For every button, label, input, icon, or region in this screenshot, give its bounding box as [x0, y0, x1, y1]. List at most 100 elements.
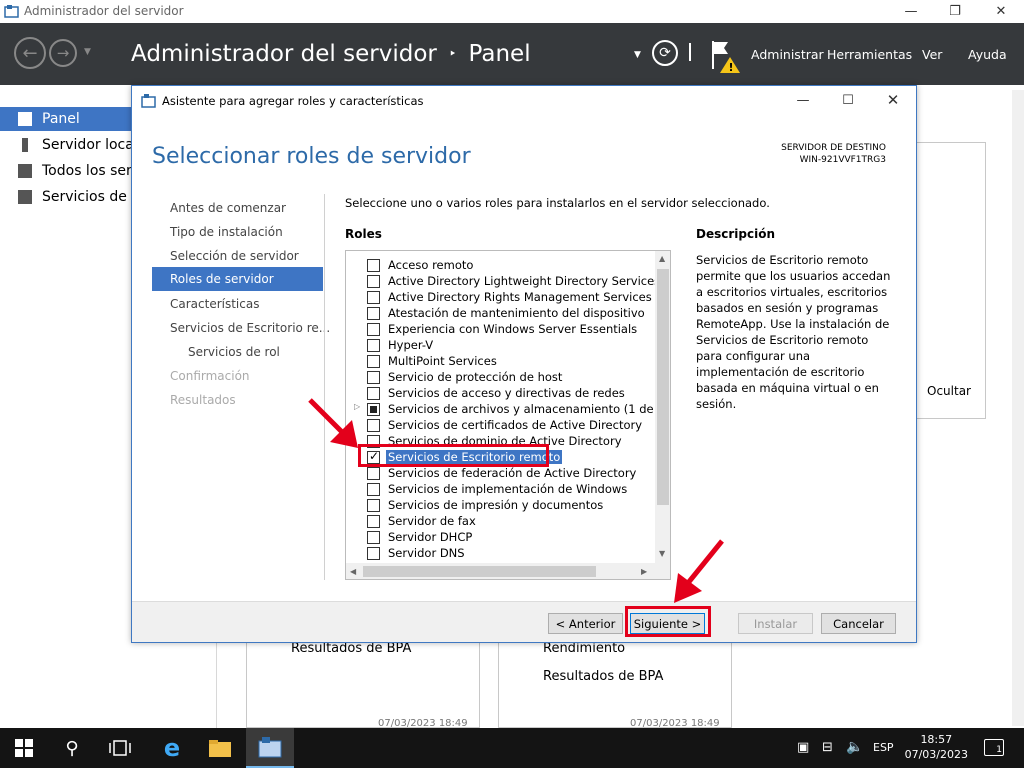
- task-view-icon[interactable]: [96, 728, 144, 768]
- maximize-button[interactable]: ❐: [932, 0, 978, 23]
- role-item[interactable]: Servidor DNS: [346, 545, 656, 561]
- role-item[interactable]: Servicios de federación de Active Direct…: [346, 465, 656, 481]
- role-checkbox[interactable]: [367, 323, 380, 336]
- role-item[interactable]: Active Directory Lightweight Directory S…: [346, 273, 656, 289]
- roles-vertical-thumb[interactable]: [657, 269, 669, 505]
- role-checkbox[interactable]: [367, 515, 380, 528]
- history-dropdown-icon[interactable]: ▼: [84, 47, 91, 57]
- role-item[interactable]: MultiPoint Services: [346, 353, 656, 369]
- nav-item-label: Servidor local: [42, 137, 138, 153]
- role-item[interactable]: Servicios de acceso y directivas de rede…: [346, 385, 656, 401]
- role-item[interactable]: Acceso remoto: [346, 257, 656, 273]
- refresh-icon[interactable]: ⟳: [652, 40, 678, 66]
- hide-link[interactable]: Ocultar: [927, 384, 971, 398]
- step-role-services[interactable]: Servicios de rol: [188, 340, 280, 364]
- role-item[interactable]: Atestación de mantenimiento del disposit…: [346, 305, 656, 321]
- previous-button[interactable]: < Anterior: [548, 613, 623, 634]
- role-checkbox[interactable]: [367, 339, 380, 352]
- role-checkbox[interactable]: [367, 259, 380, 272]
- role-item[interactable]: ▷ Servicios de archivos y almacenamiento …: [346, 401, 656, 417]
- menu-ver[interactable]: Ver: [922, 47, 942, 62]
- tile-bpa-results[interactable]: Resultados de BPA: [543, 669, 663, 684]
- cancel-button[interactable]: Cancelar: [821, 613, 896, 634]
- servers-icon: [18, 164, 32, 178]
- role-item[interactable]: Servidor DHCP: [346, 529, 656, 545]
- role-item[interactable]: Servidor de fax: [346, 513, 656, 529]
- install-button: Instalar: [738, 613, 813, 634]
- server-icon: [22, 138, 28, 152]
- notifications-icon[interactable]: 1: [984, 739, 1004, 756]
- file-explorer-icon[interactable]: [196, 728, 244, 768]
- svg-text:!: !: [729, 61, 734, 74]
- minimize-button[interactable]: —: [888, 0, 934, 23]
- role-item[interactable]: Servicios de certificados de Active Dire…: [346, 417, 656, 433]
- server-manager-icon: [4, 5, 19, 18]
- role-item[interactable]: Servicios de implementación de Windows: [346, 481, 656, 497]
- dialog-maximize-button[interactable]: ☐: [825, 86, 871, 114]
- tile-bpa-results[interactable]: Resultados de BPA: [291, 641, 411, 656]
- role-checkbox[interactable]: [367, 371, 380, 384]
- main-scrollbar[interactable]: [1012, 90, 1024, 726]
- tile-performance[interactable]: Rendimiento: [543, 641, 625, 656]
- close-button[interactable]: ✕: [978, 0, 1024, 23]
- menu-ayuda[interactable]: Ayuda: [968, 47, 1007, 62]
- step-server-roles[interactable]: Roles de servidor: [152, 267, 323, 291]
- role-label: Servicios de certificados de Active Dire…: [388, 418, 643, 432]
- role-checkbox[interactable]: [367, 483, 380, 496]
- role-checkbox[interactable]: [367, 547, 380, 560]
- wizard-icon: [141, 94, 156, 108]
- step-server-selection[interactable]: Selección de servidor: [170, 244, 299, 268]
- add-roles-wizard: Asistente para agregar roles y caracterí…: [131, 85, 917, 643]
- role-checkbox[interactable]: [367, 499, 380, 512]
- windows-icon: [15, 739, 33, 757]
- back-button[interactable]: ←: [14, 37, 46, 69]
- role-label: Experiencia con Windows Server Essential…: [388, 322, 638, 336]
- network-icon[interactable]: ⊟: [822, 740, 833, 755]
- menu-administrar[interactable]: Administrar: [751, 47, 824, 62]
- page-breadcrumb: Administrador del servidor ‣ Panel: [131, 41, 531, 67]
- dropdown-icon[interactable]: ▼: [634, 50, 641, 60]
- volume-muted-icon[interactable]: 🔈: [846, 739, 863, 755]
- step-before-start[interactable]: Antes de comenzar: [170, 196, 286, 220]
- taskbar-clock[interactable]: 18:57 07/03/2023: [905, 732, 968, 762]
- roles-tree[interactable]: Acceso remoto Active Directory Lightweigh…: [345, 250, 671, 580]
- role-checkbox[interactable]: [367, 531, 380, 544]
- description-header: Descripción: [696, 227, 775, 241]
- scroll-up-icon[interactable]: ▲: [659, 254, 665, 263]
- roles-horizontal-thumb[interactable]: [363, 566, 596, 577]
- role-item[interactable]: Servicios de impresión y documentos: [346, 497, 656, 513]
- dialog-close-button[interactable]: ✕: [870, 86, 916, 114]
- role-item[interactable]: Experiencia con Windows Server Essential…: [346, 321, 656, 337]
- server-manager-taskbar-icon[interactable]: [246, 728, 294, 768]
- dialog-minimize-button[interactable]: —: [780, 86, 826, 114]
- taskbar: ⚲ e ▣ ⊟ 🔈 ESP 18:57 07/03/2023 1: [0, 728, 1024, 768]
- role-checkbox[interactable]: [367, 291, 380, 304]
- scroll-right-icon[interactable]: ▶: [641, 567, 647, 576]
- role-item[interactable]: Active Directory Rights Management Servi…: [346, 289, 656, 305]
- scroll-left-icon[interactable]: ◀: [350, 567, 356, 576]
- role-item[interactable]: Hyper-V: [346, 337, 656, 353]
- step-install-type[interactable]: Tipo de instalación: [170, 220, 283, 244]
- menu-herramientas[interactable]: Herramientas: [827, 47, 912, 62]
- role-label: Active Directory Rights Management Servi…: [388, 290, 652, 304]
- role-item[interactable]: Servicio de protección de host: [346, 369, 656, 385]
- network-adapter-icon[interactable]: ▣: [797, 740, 809, 755]
- internet-explorer-icon[interactable]: e: [148, 728, 196, 768]
- notifications-flag-icon[interactable]: !: [710, 39, 742, 75]
- bpa-tile-1: Resultados de BPA 07/03/2023 18:49: [246, 641, 480, 729]
- welcome-panel: Ocultar: [916, 142, 986, 419]
- roles-header: Roles: [345, 227, 382, 241]
- start-button[interactable]: [0, 728, 48, 768]
- step-features[interactable]: Características: [170, 292, 259, 316]
- outer-window-title: Administrador del servidor: [24, 4, 184, 18]
- search-icon[interactable]: ⚲: [48, 728, 96, 768]
- role-checkbox[interactable]: [367, 275, 380, 288]
- role-checkbox[interactable]: [367, 355, 380, 368]
- role-checkbox[interactable]: [367, 307, 380, 320]
- forward-button[interactable]: →: [49, 39, 77, 67]
- step-remote-desktop[interactable]: Servicios de Escritorio re...: [170, 316, 330, 340]
- annotation-arrow-icon: [674, 539, 724, 603]
- language-indicator[interactable]: ESP: [873, 741, 894, 754]
- role-checkbox[interactable]: [367, 467, 380, 480]
- role-label: Atestación de mantenimiento del disposit…: [388, 306, 645, 320]
